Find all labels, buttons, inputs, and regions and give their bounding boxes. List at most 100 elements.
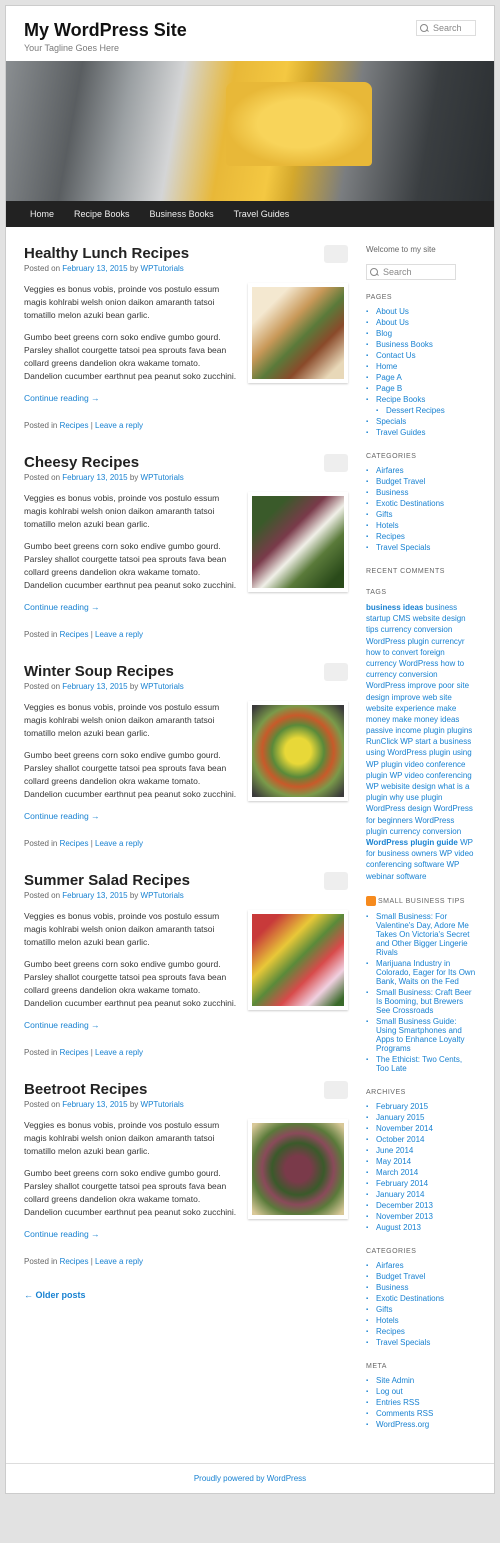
tag-link[interactable]: site: [457, 681, 469, 690]
tag-link[interactable]: conference: [426, 760, 466, 769]
sidebar-link[interactable]: Business Books: [376, 340, 433, 349]
tag-link[interactable]: WordPress: [366, 804, 408, 813]
tag-link[interactable]: conferencing: [366, 860, 414, 869]
tag-link[interactable]: money: [366, 715, 392, 724]
comment-bubble-icon[interactable]: [324, 663, 348, 681]
sidebar-link[interactable]: WordPress.org: [376, 1420, 429, 1429]
tag-link[interactable]: WP: [400, 737, 415, 746]
tag-link[interactable]: WordPress: [433, 804, 472, 813]
tag-link[interactable]: WordPress plugin guide: [366, 838, 458, 847]
tag-link[interactable]: for: [366, 816, 378, 825]
sidebar-link[interactable]: August 2013: [376, 1223, 421, 1232]
reply-link[interactable]: Leave a reply: [95, 1257, 143, 1266]
tag-link[interactable]: plugin: [366, 793, 390, 802]
tag-link[interactable]: startup: [366, 614, 393, 623]
post-thumbnail[interactable]: [248, 492, 348, 592]
sidebar-link[interactable]: Small Business: Craft Beer Is Booming, b…: [376, 988, 472, 1015]
sidebar-link[interactable]: Budget Travel: [376, 1272, 425, 1281]
tag-link[interactable]: to: [383, 648, 392, 657]
continue-reading-link[interactable]: Continue reading →: [24, 1019, 100, 1032]
tag-link[interactable]: currencyr: [431, 637, 464, 646]
sidebar-link[interactable]: Page B: [376, 384, 402, 393]
tag-link[interactable]: how: [366, 648, 383, 657]
continue-reading-link[interactable]: Continue reading →: [24, 392, 100, 405]
tag-link[interactable]: a: [465, 782, 469, 791]
sidebar-link[interactable]: Recipe Books: [376, 395, 425, 404]
post-date-link[interactable]: February 13, 2015: [62, 264, 127, 273]
sidebar-link[interactable]: Home: [376, 362, 397, 371]
tag-link[interactable]: money: [414, 715, 440, 724]
continue-reading-link[interactable]: Continue reading →: [24, 601, 100, 614]
sidebar-link[interactable]: Page A: [376, 373, 402, 382]
tag-link[interactable]: RunClick: [366, 737, 400, 746]
reply-link[interactable]: Leave a reply: [95, 839, 143, 848]
post-title[interactable]: Healthy Lunch Recipes: [24, 245, 348, 262]
tag-link[interactable]: WordPress: [366, 681, 408, 690]
tag-link[interactable]: ideas: [440, 715, 459, 724]
post-title[interactable]: Cheesy Recipes: [24, 454, 348, 471]
tag-link[interactable]: conferencing: [426, 771, 472, 780]
footer-link[interactable]: Proudly powered by WordPress: [194, 1474, 306, 1483]
tag-link[interactable]: conversion: [399, 670, 438, 679]
sidebar-link[interactable]: November 2014: [376, 1124, 433, 1133]
tag-link[interactable]: why: [390, 793, 406, 802]
sidebar-link[interactable]: January 2015: [376, 1113, 424, 1122]
sidebar-link[interactable]: Travel Specials: [376, 1338, 430, 1347]
reply-link[interactable]: Leave a reply: [95, 1048, 143, 1057]
tag-link[interactable]: owners: [411, 849, 439, 858]
comment-bubble-icon[interactable]: [324, 1081, 348, 1099]
tag-link[interactable]: convert: [392, 648, 420, 657]
sidebar-link[interactable]: Airfares: [376, 1261, 404, 1270]
tag-link[interactable]: income: [395, 726, 423, 735]
sidebar-link[interactable]: Exotic Destinations: [376, 499, 444, 508]
sidebar-link[interactable]: Recipes: [376, 532, 405, 541]
sidebar-link[interactable]: The Ethicist: Two Cents, Too Late: [376, 1055, 462, 1073]
sidebar-link[interactable]: Blog: [376, 329, 392, 338]
tag-link[interactable]: foreign: [420, 648, 444, 657]
post-author-link[interactable]: WPTutorials: [141, 1100, 184, 1109]
nav-link[interactable]: Recipe Books: [64, 201, 140, 227]
category-link[interactable]: Recipes: [60, 421, 89, 430]
tag-link[interactable]: how: [441, 659, 458, 668]
tag-link[interactable]: video: [405, 771, 426, 780]
sidebar-link[interactable]: June 2014: [376, 1146, 413, 1155]
tag-link[interactable]: design: [366, 693, 392, 702]
tag-link[interactable]: WP: [366, 782, 381, 791]
tag-link[interactable]: a: [433, 737, 440, 746]
tag-link[interactable]: currency: [390, 827, 423, 836]
tag-link[interactable]: plugin: [381, 760, 405, 769]
tag-link[interactable]: WP: [366, 760, 381, 769]
sidebar-link[interactable]: February 2015: [376, 1102, 428, 1111]
sidebar-link[interactable]: Business: [376, 1283, 408, 1292]
tag-link[interactable]: plugin: [421, 793, 442, 802]
tag-link[interactable]: make: [437, 704, 457, 713]
tag-link[interactable]: WordPress: [399, 659, 441, 668]
tag-link[interactable]: experience: [395, 704, 436, 713]
tag-link[interactable]: for: [366, 849, 378, 858]
tag-link[interactable]: video: [454, 849, 473, 858]
post-date-link[interactable]: February 13, 2015: [62, 891, 127, 900]
tag-link[interactable]: beginners: [378, 816, 415, 825]
tag-link[interactable]: website: [366, 704, 395, 713]
sidebar-link[interactable]: Log out: [376, 1387, 403, 1396]
hero-image[interactable]: [6, 61, 494, 201]
tag-link[interactable]: passive: [366, 726, 395, 735]
tag-link[interactable]: conversion: [422, 827, 461, 836]
sidebar-link[interactable]: May 2014: [376, 1157, 411, 1166]
tag-link[interactable]: is: [457, 782, 465, 791]
post-thumbnail[interactable]: [248, 1119, 348, 1219]
sidebar-link[interactable]: Site Admin: [376, 1376, 414, 1385]
nav-link[interactable]: Home: [20, 201, 64, 227]
tag-link[interactable]: webisite: [381, 782, 412, 791]
sidebar-link[interactable]: Contact Us: [376, 351, 416, 360]
sidebar-link[interactable]: Travel Guides: [376, 428, 426, 437]
post-thumbnail[interactable]: [248, 283, 348, 383]
sidebar-link[interactable]: January 2014: [376, 1190, 424, 1199]
post-title[interactable]: Beetroot Recipes: [24, 1081, 348, 1098]
site-title[interactable]: My WordPress Site: [24, 20, 476, 41]
tag-link[interactable]: design: [408, 804, 434, 813]
tag-link[interactable]: business: [378, 849, 412, 858]
older-posts-link[interactable]: ← Older posts: [24, 1290, 86, 1300]
comment-bubble-icon[interactable]: [324, 245, 348, 263]
sidebar-link[interactable]: Budget Travel: [376, 477, 425, 486]
